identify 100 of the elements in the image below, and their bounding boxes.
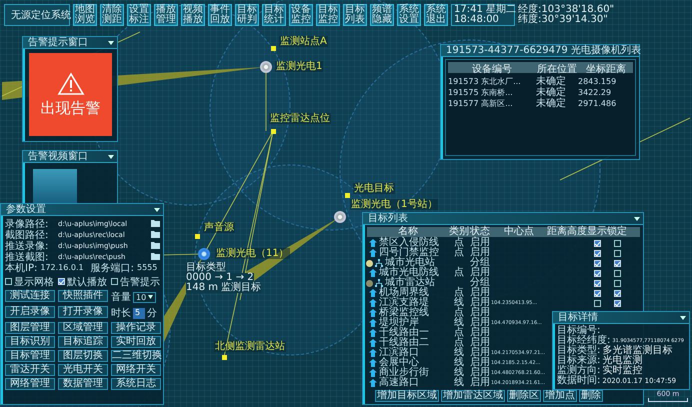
checkbox[interactable]: [594, 300, 600, 306]
column-header[interactable]: 锁定: [607, 227, 627, 237]
network-icon: [375, 259, 383, 267]
checkbox[interactable]: [614, 270, 620, 276]
target-marker[interactable]: [270, 46, 276, 50]
nav-button[interactable]: 目标研判: [235, 4, 259, 26]
nav-button[interactable]: 事件回放: [208, 4, 232, 26]
target-marker[interactable]: [344, 192, 350, 198]
settings-button[interactable]: 二三维切换: [111, 350, 161, 362]
settings-button[interactable]: 实时回放: [111, 336, 161, 348]
column-header[interactable]: 所在位置: [536, 62, 578, 76]
nav-button[interactable]: 清除测距: [100, 4, 124, 26]
caret-icon: [148, 295, 154, 299]
checkbox[interactable]: [594, 250, 600, 256]
dropdown-icon[interactable]: [634, 216, 640, 222]
field-value: 多光谱监测目标: [602, 346, 672, 356]
checkbox[interactable]: [614, 260, 620, 266]
column-header[interactable]: 显示: [587, 227, 607, 237]
checkbox[interactable]: [614, 250, 620, 256]
dropdown-icon[interactable]: [680, 314, 686, 320]
expand-toggle[interactable]: [366, 280, 373, 286]
checkbox[interactable]: [614, 290, 620, 296]
checkbox[interactable]: [111, 278, 118, 285]
settings-button[interactable]: 光电开关: [58, 364, 108, 376]
column-header[interactable]: 设备编号: [448, 62, 536, 76]
dropdown-icon[interactable]: [108, 154, 114, 160]
settings-button[interactable]: 系统日志: [111, 378, 161, 390]
checkbox[interactable]: [594, 270, 600, 276]
nav-button[interactable]: 设备监控: [289, 4, 313, 26]
table-cell: 城市光电站: [385, 258, 435, 268]
dropdown-icon[interactable]: [108, 40, 114, 46]
column-header[interactable]: 距离: [547, 227, 567, 237]
settings-button[interactable]: 开启录像: [5, 306, 55, 318]
checkbox[interactable]: [594, 290, 600, 296]
checkbox[interactable]: [5, 278, 12, 285]
table-cell-text: 点: [453, 248, 465, 258]
checkbox[interactable]: [614, 240, 620, 246]
window-title: 目标详情: [558, 312, 598, 323]
table-cell-text: 线: [453, 348, 465, 358]
nav-button[interactable]: 地图浏览: [73, 4, 97, 26]
action-button[interactable]: 增加点: [543, 390, 577, 402]
table-cell: 启用: [469, 368, 491, 378]
nav-button[interactable]: 系统退出: [424, 4, 448, 26]
nav-button[interactable]: 播放管理: [154, 4, 178, 26]
column-header[interactable]: 状态: [469, 227, 491, 237]
settings-button[interactable]: 数据管理: [58, 378, 108, 390]
settings-button[interactable]: 目标识别: [5, 336, 55, 348]
station-icon[interactable]: [198, 248, 210, 260]
nav-button[interactable]: 目标列表: [343, 4, 367, 26]
field-label: 本机IP:: [5, 261, 38, 274]
table-cell-text: 未确定: [536, 96, 567, 110]
volume-select[interactable]: 10: [133, 292, 156, 302]
settings-button[interactable]: 测试连接: [5, 290, 55, 302]
table-cell-text: 点: [453, 268, 465, 278]
marker-label: 监测光电（1号站）: [350, 199, 438, 210]
nav-button[interactable]: 系统设置: [397, 4, 421, 26]
table-cell: 城市光电防线: [379, 268, 439, 278]
checkbox[interactable]: [614, 300, 620, 306]
timer-input[interactable]: 5: [133, 308, 145, 318]
checkbox[interactable]: [594, 260, 600, 266]
nav-button[interactable]: 设置标注: [127, 4, 151, 26]
target-marker[interactable]: [270, 128, 276, 134]
table-cell-text: 线: [453, 378, 465, 388]
settings-button[interactable]: 图层切换: [58, 350, 108, 362]
table-cell-text: 点: [453, 288, 465, 298]
settings-button[interactable]: 操作记录: [111, 322, 161, 334]
column-header[interactable]: 高度: [567, 227, 587, 237]
nav-button[interactable]: 目标监控: [316, 4, 340, 26]
settings-button[interactable]: 目标追踪: [58, 336, 108, 348]
expand-toggle[interactable]: [366, 260, 373, 266]
target-marker[interactable]: [194, 234, 200, 238]
action-button[interactable]: 增加雷达区域: [441, 390, 505, 402]
action-button[interactable]: 删除区: [507, 390, 541, 402]
settings-button[interactable]: 网络管理: [5, 378, 55, 390]
field-label: 录像路径:: [5, 218, 50, 230]
checkbox[interactable]: [614, 280, 620, 286]
column-header[interactable]: 坐标距离: [578, 62, 634, 76]
settings-button[interactable]: 区域管理: [58, 322, 108, 334]
settings-button[interactable]: 快照插件: [58, 290, 108, 302]
target-marker[interactable]: [222, 354, 226, 360]
settings-button[interactable]: 雷达开关: [5, 364, 55, 376]
column-header[interactable]: 类别: [449, 227, 469, 237]
nav-button[interactable]: 频谱隐藏: [370, 4, 394, 26]
checkbox[interactable]: [594, 240, 600, 246]
table-cell-text: 点: [453, 338, 465, 348]
volume-label: 音量: [111, 290, 131, 304]
nav-button[interactable]: 视频播放: [181, 4, 205, 26]
settings-button[interactable]: 目标管理: [5, 350, 55, 362]
coordinates-text: 纬度:30°39'14.30": [518, 15, 609, 25]
nav-button[interactable]: 目标统计: [262, 4, 286, 26]
settings-button[interactable]: 打开录像: [58, 306, 108, 318]
action-button[interactable]: 删除: [579, 390, 603, 402]
station-icon[interactable]: [260, 61, 272, 73]
settings-button[interactable]: 网络开关: [111, 364, 161, 376]
action-button[interactable]: 增加目标区域: [375, 390, 439, 402]
checkbox[interactable]: [58, 278, 65, 285]
settings-button[interactable]: 图层管理: [5, 322, 55, 334]
checkbox[interactable]: [594, 280, 600, 286]
station-icon[interactable]: [334, 211, 346, 223]
table-cell: 江滨路口: [379, 348, 419, 358]
